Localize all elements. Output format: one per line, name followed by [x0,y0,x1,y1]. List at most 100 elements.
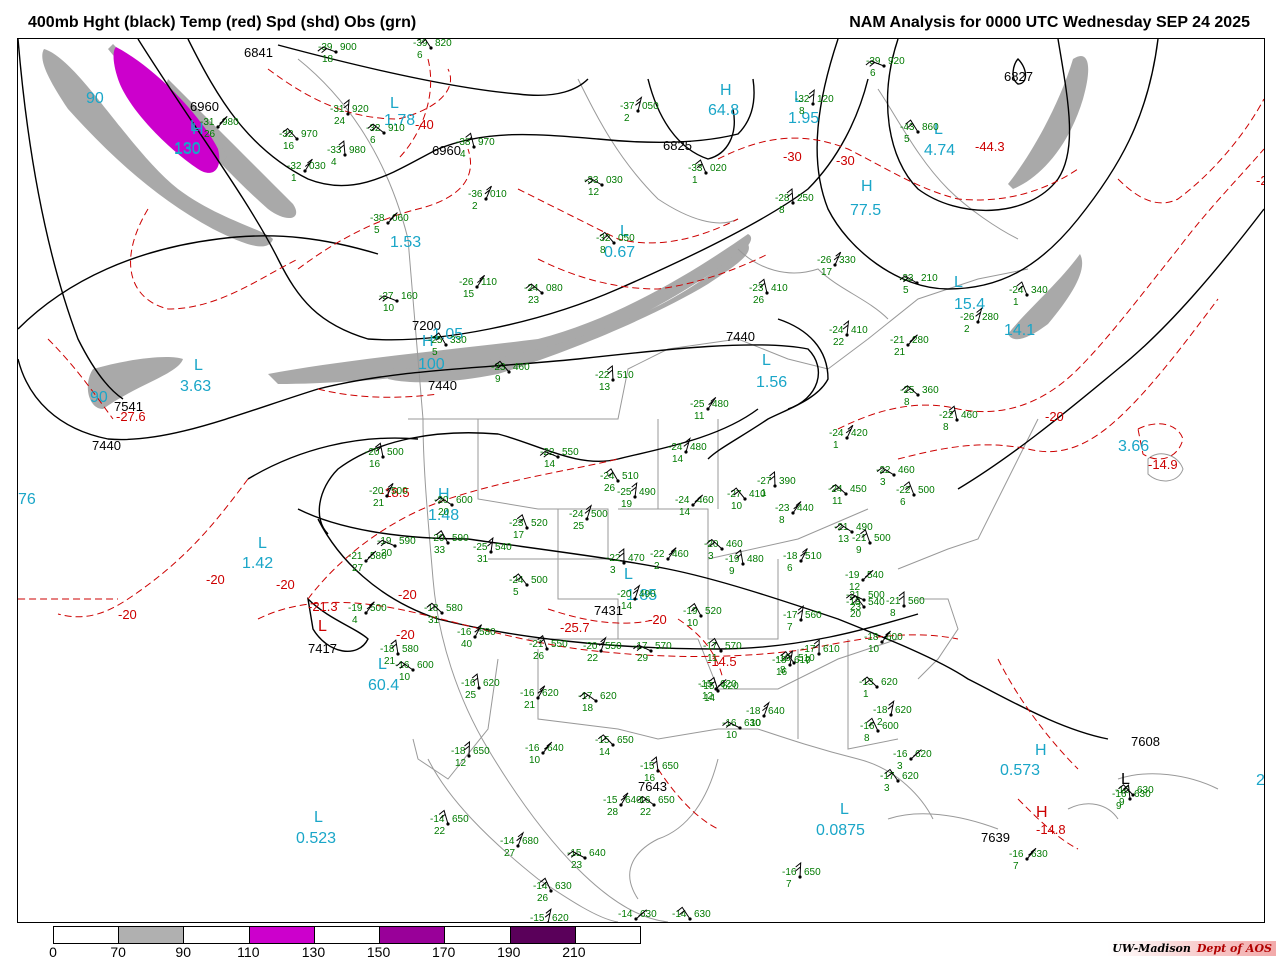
station-plot: -17 62018 [578,691,617,714]
station-plot: -22 510 13 [595,364,634,393]
obs-dewpoint-depression: 23 [571,860,583,871]
speed-label: 14.1 [1004,322,1035,339]
obs-dewpoint-depression: 15 [463,289,475,300]
obs-height: 570 [655,641,672,652]
obs-temperature: -28 [775,193,790,204]
obs-dewpoint-depression: 10 [399,672,411,683]
obs-height: 460 [898,465,915,476]
obs-temperature: -19 [845,570,860,581]
speed-label: 90 [90,389,108,406]
station-plot: -25 540 31 [473,536,512,565]
obs-temperature: -38 [370,213,385,224]
obs-dewpoint-depression: 18 [582,703,594,714]
obs-height: 480 [712,399,729,410]
obs-temperature: -26 [817,255,832,266]
speed-label: 1.56 [756,374,787,391]
obs-height: 160 [401,291,418,302]
speed-label: 0.523 [296,830,336,847]
obs-temperature: -21 [529,639,544,650]
obs-dewpoint-depression: 4 [460,149,466,160]
speed-label: 76 [18,491,36,508]
speed-label: 0.67 [604,244,635,261]
obs-dewpoint-depression: 10 [868,644,880,655]
obs-temperature: -21 [348,551,363,562]
obs-temperature: -16 [461,678,476,689]
station-plot: -24 5005 [509,573,548,598]
scale-segment [510,927,576,943]
obs-height: 630 [555,881,572,892]
obs-dewpoint-depression: 2 [624,113,630,124]
obs-dewpoint-depression: 8 [864,733,870,744]
obs-height: 410 [771,283,788,294]
speed-label: 90 [86,90,104,107]
obs-height: 650 [617,735,634,746]
obs-dewpoint-depression: 6 [417,50,423,61]
obs-dewpoint-depression: 3 [610,565,616,576]
obs-height: 600 [882,721,899,732]
station-plot: -19 52010 [683,602,722,629]
station-plot: -25 480 11 [690,397,729,422]
speed-label-group: 901301301.781.530.6764.8 1.954.7477.51.56… [18,90,1264,847]
station-plot: -24 500 25 [569,504,608,532]
station-plot: -24 420 1 [829,424,868,451]
obs-dewpoint-depression: 11 [707,653,718,664]
obs-height: 620 [895,705,912,716]
pressure-center: H [1036,804,1048,821]
speed-label: 1.42 [242,555,273,572]
obs-height: 980 [349,145,366,156]
speed-label: 2 [1256,772,1264,789]
station-plot: -38 970 4 [456,132,495,160]
obs-temperature: -38 [456,137,471,148]
pressure-center: L [194,357,203,374]
wind-barb [544,908,552,922]
obs-temperature: -15 [530,913,545,922]
obs-dewpoint-depression: 8 [779,515,785,526]
station-plot: -27 390 1 [757,470,796,499]
obs-temperature: -19 [725,554,740,565]
station-plot: -26 330 17 [817,251,856,278]
obs-height: 590 [452,533,469,544]
obs-temperature: -24 [829,325,844,336]
temperature-label: -27.6 [116,409,146,424]
obs-height: 510 [617,370,634,381]
obs-dewpoint-depression: 2 [877,717,883,728]
obs-temperature: -16 [1112,789,1127,800]
obs-temperature: -18 [783,551,798,562]
obs-height: 680 [522,836,539,847]
obs-dewpoint-depression: 1 [1013,297,1019,308]
temperature-label: -30 [783,149,802,164]
obs-height: 970 [301,129,318,140]
temperature-label: -20 [276,577,295,592]
obs-dewpoint-depression: 4 [331,157,337,168]
obs-height: 500 [531,575,548,586]
obs-temperature: -20 [617,589,632,600]
wind-barb [635,96,643,112]
obs-dewpoint-depression: 12 [455,758,467,769]
scale-segment [119,927,185,943]
station-plot: -27 16010 [378,291,418,314]
pressure-center: L [762,352,771,369]
obs-dewpoint-depression: 24 [334,116,346,127]
obs-dewpoint-depression: 14 [544,459,556,470]
station-plot: -16 60010 [395,660,434,683]
obs-height: 860 [922,122,939,133]
obs-height: 540 [868,597,885,608]
obs-dewpoint-depression: 8 [943,422,949,433]
station-plot: -22 460 8 [939,405,978,433]
obs-dewpoint-depression: 21 [384,656,396,667]
obs-height: 550 [562,447,579,458]
station-plot: -16 620 21 [520,685,559,711]
obs-temperature: -18 [451,746,466,757]
scale-segment [249,927,315,943]
obs-dewpoint-depression: 3 [884,783,890,794]
speed-label: 3.63 [180,378,211,395]
station-plot: -32 030 1 [287,158,326,184]
obs-height: 460 [726,539,743,550]
scale-segment [54,927,120,943]
obs-dewpoint-depression: 13 [599,382,611,393]
obs-height: 500 [391,486,408,497]
obs-temperature: -14 [618,909,633,920]
obs-temperature: -24 [675,495,690,506]
station-plot: -23 440 8 [775,501,814,526]
obs-dewpoint-depression: 10 [687,618,699,629]
